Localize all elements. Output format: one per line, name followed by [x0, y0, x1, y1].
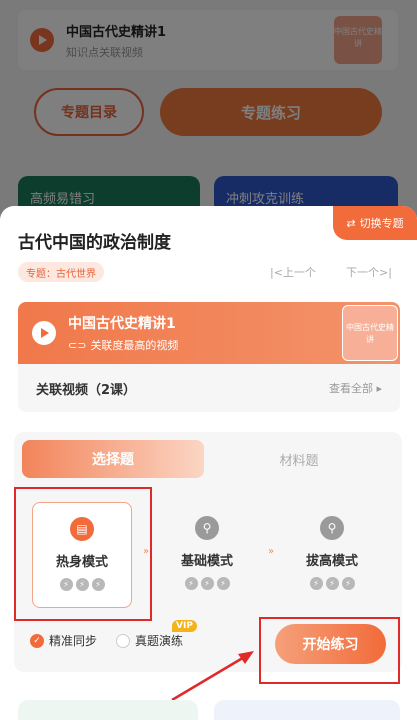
bottom-card-peek-2 [214, 700, 400, 720]
bottom-card-peek [18, 700, 198, 720]
annotation-arrow [171, 651, 254, 702]
